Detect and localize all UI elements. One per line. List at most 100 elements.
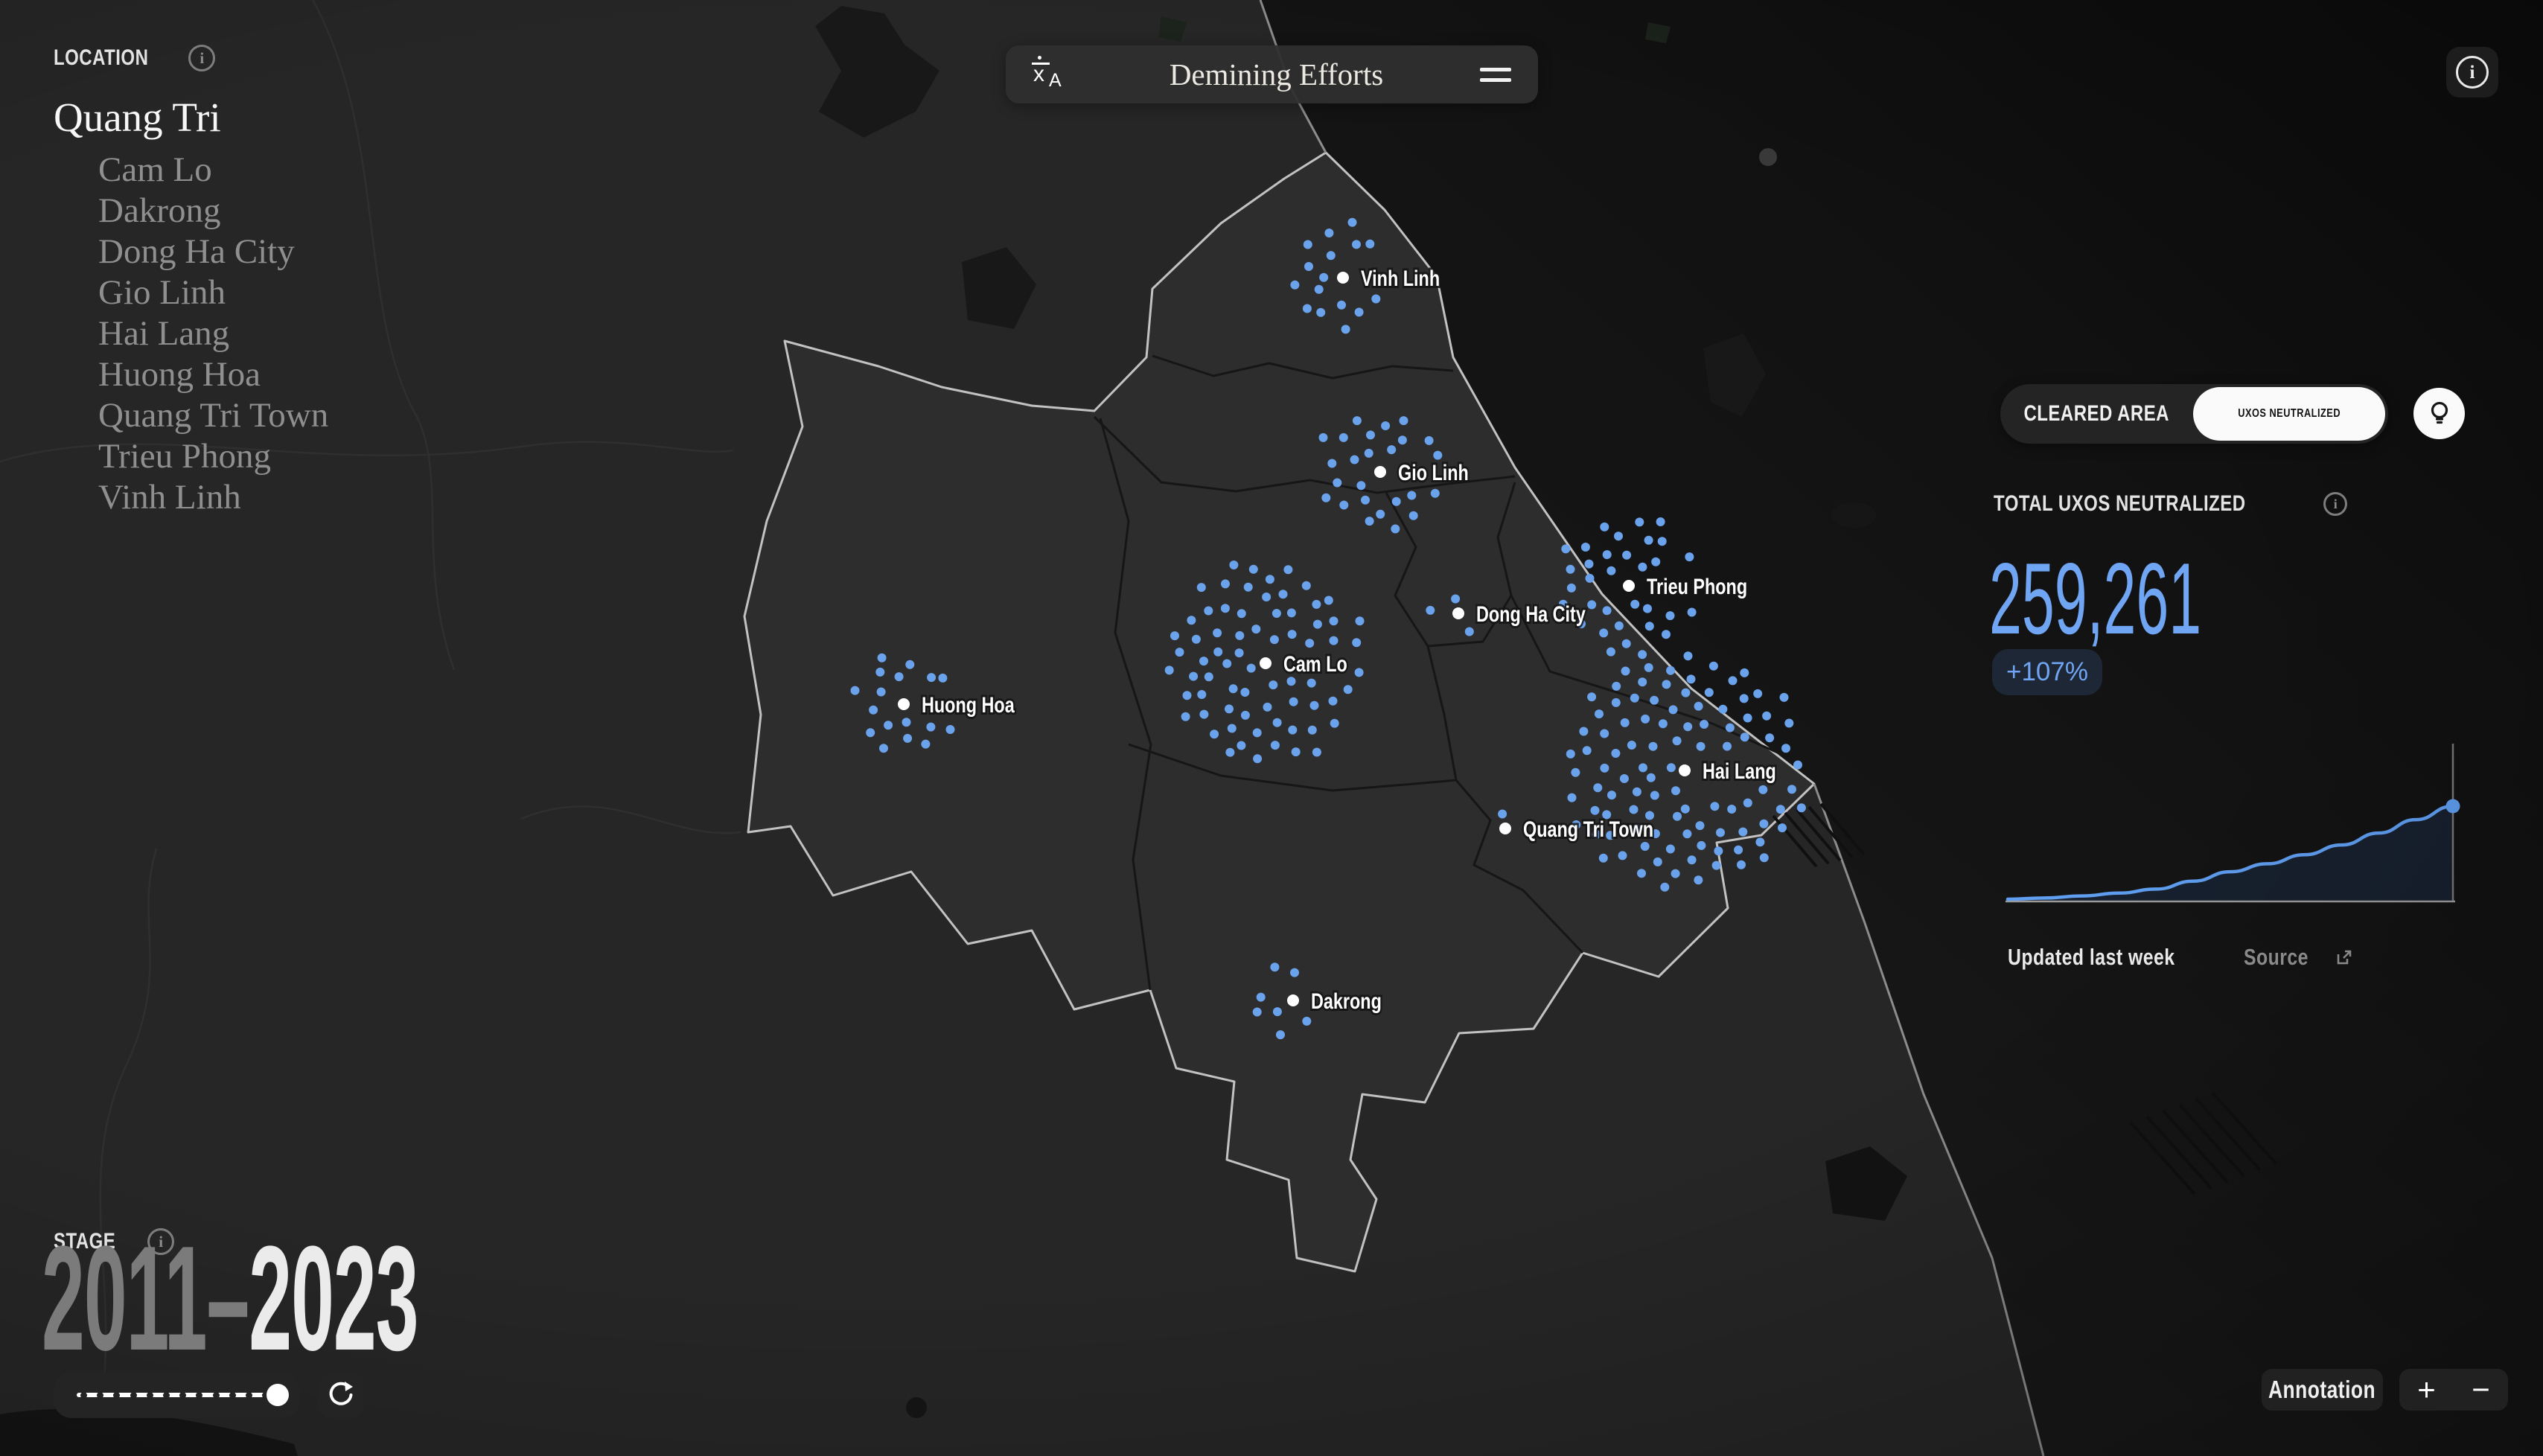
translate-icon[interactable]: xA [1031,55,1073,94]
uxo-dot [1210,729,1219,738]
district-item[interactable]: Dakrong [98,191,328,232]
stage-end: 2023 [249,1216,418,1382]
uxo-dot [1330,636,1338,645]
info-icon[interactable]: i [2323,492,2347,516]
uxo-dot [1225,704,1234,713]
uxo-dot [1687,674,1696,683]
uxo-dot [1697,742,1706,751]
uxo-dot [1253,1008,1262,1017]
uxo-dot [1638,563,1647,572]
district-item[interactable]: Vinh Linh [98,477,328,518]
uxo-dot [1797,803,1806,812]
uxo-dot [1339,433,1348,442]
zoom-control: + − [2399,1369,2508,1411]
uxo-dot [1310,701,1319,710]
uxo-dot [1302,1017,1311,1026]
uxo-dot [1356,616,1365,625]
help-button[interactable]: i [2446,47,2498,98]
uxo-dot [1213,628,1222,637]
uxo-dot [1627,741,1636,750]
total-uxos-value: 259,261 [1989,548,2201,649]
cluster-center-dot[interactable] [898,698,910,710]
uxo-dot [1189,672,1198,681]
cluster-center-dot[interactable] [1623,580,1635,592]
uxo-dot [1431,489,1440,498]
source-link[interactable]: Source [2244,944,2355,971]
uxo-dot [1583,746,1592,755]
delta-badge: +107% [1992,649,2102,695]
uxo-dot [1714,846,1723,855]
cluster-center-dot[interactable] [1337,272,1349,284]
stage-range: 2011–2023 [42,1224,418,1373]
zoom-out-button[interactable]: − [2454,1374,2508,1405]
district-item[interactable]: Dong Ha City [98,232,328,272]
district-item[interactable]: Trieu Phong [98,436,328,477]
uxo-dot [1324,596,1333,605]
uxo-dot [1355,668,1364,677]
uxo-dot [1753,689,1762,698]
uxo-dot [1315,285,1324,294]
insight-button[interactable] [2413,388,2465,439]
uxo-dot [1696,821,1705,830]
stage-slider[interactable] [54,1372,300,1418]
uxo-dot [1391,525,1400,534]
cluster-center-dot[interactable] [1374,466,1386,478]
cluster-label: Huong Hoa [922,692,1015,717]
info-icon[interactable]: i [188,45,215,71]
uxo-dot [1682,829,1691,838]
uxo-dot [1639,763,1647,772]
slider-thumb[interactable] [267,1384,289,1406]
uxo-dot [1304,240,1312,249]
uxo-dot [1361,496,1370,505]
uxo-dot [1586,574,1595,583]
uxo-dot [1743,714,1752,723]
uxo-dot [1566,750,1575,759]
menu-icon[interactable] [1480,68,1511,82]
replay-button[interactable] [318,1372,364,1418]
uxo-dot [851,686,860,695]
uxo-dot [1365,517,1374,526]
cluster-center-dot[interactable] [1452,607,1464,619]
uxo-dot [1612,682,1621,691]
cluster-center-dot[interactable] [1679,764,1691,776]
zoom-in-button[interactable]: + [2399,1374,2454,1405]
uxo-dot [1651,558,1660,566]
uxo-dot [927,673,936,682]
cluster-center-dot[interactable] [1260,657,1272,669]
uxo-dot [1615,622,1624,630]
cluster-center-dot[interactable] [1287,994,1299,1006]
uxo-dot [1308,726,1317,735]
uxo-dot [1630,805,1639,814]
toggle-uxos-neutralized[interactable]: UXOS NEUTRALIZED [2193,387,2385,441]
uxo-dot [1630,694,1639,703]
uxo-dot [1638,677,1647,686]
uxo-dot [1712,861,1721,870]
uxo-dot [1270,635,1279,644]
uxo-dot [1621,718,1630,727]
uxo-dot [1183,691,1192,700]
district-item[interactable]: Huong Hoa [98,354,328,395]
slider-tick [213,1392,220,1399]
uxo-dot [1249,565,1258,574]
district-item[interactable]: Hai Lang [98,313,328,354]
uxo-dot [1600,764,1609,773]
uxo-dot [1781,744,1790,753]
uxo-dot [1330,616,1338,625]
uxo-dot [1671,869,1680,878]
district-item[interactable]: Cam Lo [98,150,328,191]
district-item[interactable]: Gio Linh [98,272,328,313]
uxo-dot [1759,820,1768,828]
page-title: Demining Efforts [1073,57,1480,92]
uxo-dot [1591,806,1600,815]
uxo-dot [1263,703,1272,712]
uxo-dot [1595,709,1604,718]
uxo-dot [1302,581,1311,590]
uxo-dot [1287,677,1296,686]
district-item[interactable]: Quang Tri Town [98,395,328,436]
annotation-button[interactable]: Annotation [2262,1369,2383,1411]
cluster-center-dot[interactable] [1499,823,1511,834]
uxo-dot [1688,855,1697,864]
toggle-cleared-area[interactable]: CLEARED AREA [2000,401,2193,427]
uxo-dot [1305,639,1314,648]
selected-province[interactable]: Quang Tri [54,94,328,141]
